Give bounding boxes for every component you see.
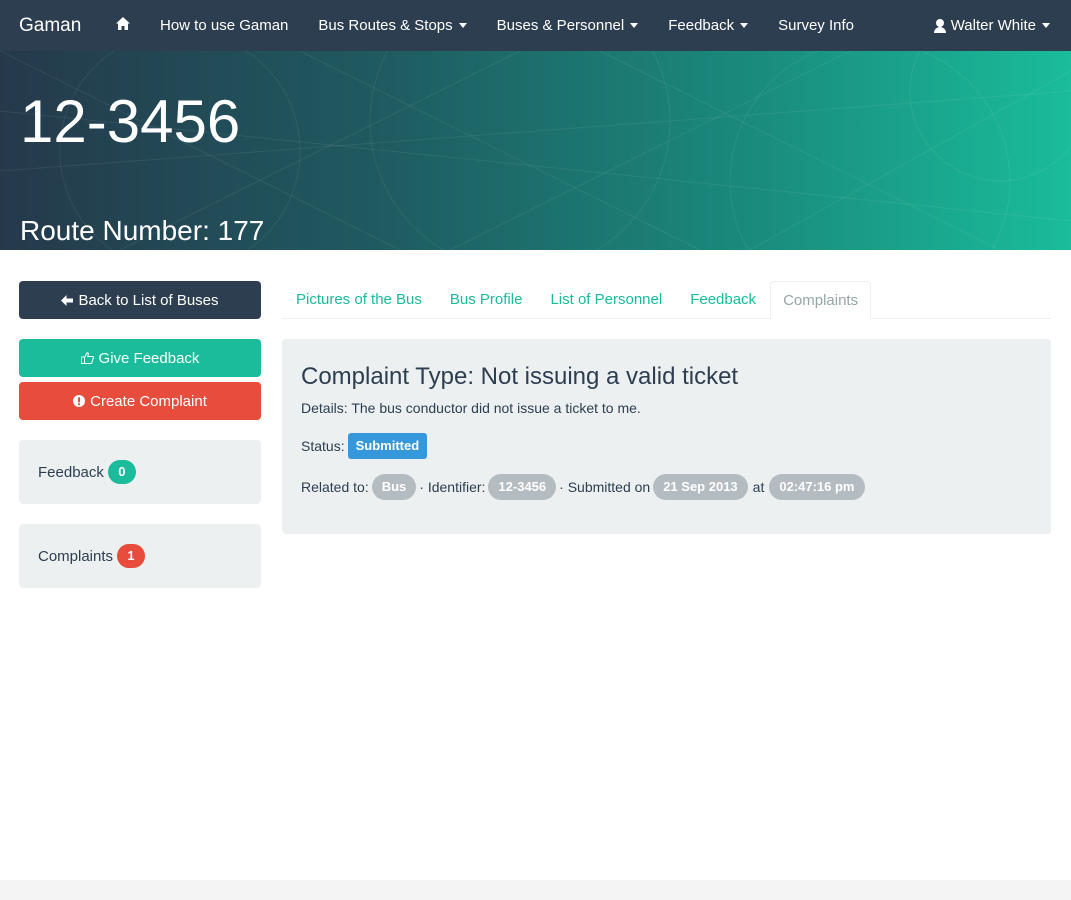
bus-number-title: 12-3456: [20, 88, 241, 155]
identifier-badge: 12-3456: [488, 474, 557, 500]
user-name: Walter White: [950, 17, 1036, 34]
give-feedback-label: Give Feedback: [98, 349, 200, 367]
complaints-count-box[interactable]: Complaints 1: [19, 524, 261, 588]
user-icon: [933, 18, 947, 33]
status-badge: Submitted: [347, 433, 428, 459]
submitted-on-label: · Submitted on: [559, 479, 651, 495]
top-navbar: Gaman How to use Gaman Bus Routes & Stop…: [0, 0, 1071, 51]
complaints-count-label: Complaints: [38, 547, 114, 565]
bus-detail-tabs: Pictures of the Bus Bus Profile List of …: [282, 281, 1051, 320]
create-complaint-button[interactable]: Create Complaint: [19, 382, 261, 420]
nav-feedback-dropdown[interactable]: Feedback: [653, 0, 763, 51]
hero-banner: 12-3456 Route Number: 177: [0, 51, 1071, 250]
feedback-count-badge: 0: [107, 460, 136, 484]
tab-feedback[interactable]: Feedback: [676, 281, 770, 319]
complaint-details: Details: The bus conductor did not issue…: [301, 400, 641, 416]
home-icon: [115, 17, 130, 30]
nav-buses-personnel-label: Buses & Personnel: [496, 17, 625, 34]
nav-how-to-use-label: How to use Gaman: [160, 17, 289, 34]
complaint-meta-row: Related to: Bus · Identifier: 12-3456 · …: [301, 474, 868, 500]
give-feedback-button[interactable]: Give Feedback: [19, 339, 261, 377]
related-to-badge: Bus: [371, 474, 417, 500]
identifier-label: · Identifier:: [419, 479, 486, 495]
back-to-list-button[interactable]: Back to List of Buses: [19, 281, 261, 319]
submitted-time-badge: 02:47:16 pm: [769, 474, 865, 500]
tab-bus-profile[interactable]: Bus Profile: [436, 281, 537, 319]
status-label: Status:: [301, 438, 345, 454]
caret-down-icon: [1042, 23, 1050, 28]
route-number-subtitle: Route Number: 177: [20, 215, 265, 246]
complaint-card: Complaint Type: Not issuing a valid tick…: [282, 339, 1051, 534]
arrow-left-icon: [61, 294, 74, 306]
feedback-count-box[interactable]: Feedback 0: [19, 440, 261, 504]
user-menu-dropdown[interactable]: Walter White: [933, 0, 1050, 51]
nav-how-to-use[interactable]: How to use Gaman: [145, 0, 303, 51]
tab-complaints[interactable]: Complaints: [770, 281, 872, 320]
footer: [0, 880, 1071, 900]
nav-survey-info[interactable]: Survey Info: [763, 0, 869, 51]
related-to-label: Related to:: [301, 479, 369, 495]
submitted-date-badge: 21 Sep 2013: [653, 474, 748, 500]
home-link[interactable]: [100, 17, 145, 34]
exclamation-circle-icon: [73, 395, 86, 407]
at-label: at: [752, 479, 765, 495]
tab-list-of-personnel[interactable]: List of Personnel: [536, 281, 676, 319]
back-to-list-label: Back to List of Buses: [78, 291, 219, 309]
nav-survey-info-label: Survey Info: [778, 17, 854, 34]
caret-down-icon: [740, 23, 749, 28]
nav-buses-personnel-dropdown[interactable]: Buses & Personnel: [482, 0, 654, 51]
caret-down-icon: [458, 23, 467, 28]
complaints-count-badge: 1: [117, 544, 146, 568]
thumbs-up-icon: [80, 352, 94, 364]
feedback-count-label: Feedback: [38, 463, 104, 481]
brand-link[interactable]: Gaman: [0, 15, 100, 37]
nav-feedback-label: Feedback: [668, 17, 735, 34]
create-complaint-label: Create Complaint: [90, 392, 207, 410]
tab-pictures-of-the-bus[interactable]: Pictures of the Bus: [282, 281, 436, 319]
nav-bus-routes-dropdown[interactable]: Bus Routes & Stops: [303, 0, 481, 51]
complaint-type-heading: Complaint Type: Not issuing a valid tick…: [301, 363, 739, 390]
nav-bus-routes-label: Bus Routes & Stops: [318, 17, 453, 34]
caret-down-icon: [630, 23, 639, 28]
complaint-status-row: Status: Submitted: [301, 433, 428, 459]
